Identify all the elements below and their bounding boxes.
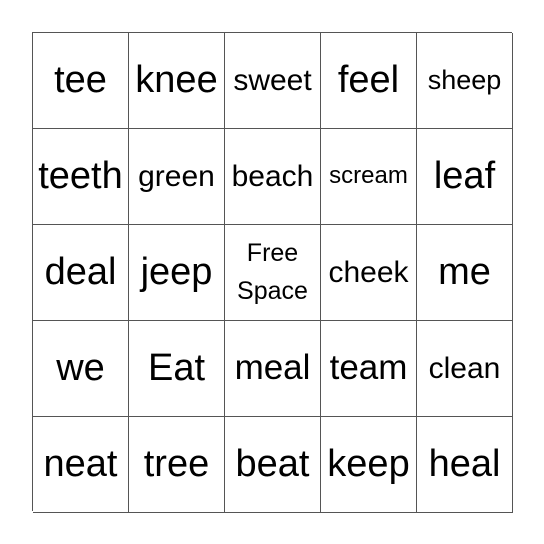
bingo-cell[interactable]: knee [129,33,225,129]
bingo-board: tee knee sweet feel sheep teeth green be… [32,32,513,513]
free-space-cell[interactable]: Free Space [225,225,321,321]
bingo-cell[interactable]: clean [417,321,513,417]
bingo-cell[interactable]: scream [321,129,417,225]
bingo-cell[interactable]: tree [129,417,225,513]
bingo-cell[interactable]: feel [321,33,417,129]
bingo-cell[interactable]: heal [417,417,513,513]
bingo-cell[interactable]: jeep [129,225,225,321]
bingo-cell[interactable]: sweet [225,33,321,129]
bingo-cell[interactable]: meal [225,321,321,417]
bingo-cell[interactable]: tee [33,33,129,129]
bingo-cell[interactable]: we [33,321,129,417]
bingo-cell[interactable]: teeth [33,129,129,225]
bingo-cell[interactable]: cheek [321,225,417,321]
bingo-cell[interactable]: beach [225,129,321,225]
bingo-cell[interactable]: team [321,321,417,417]
bingo-cell[interactable]: keep [321,417,417,513]
bingo-cell[interactable]: leaf [417,129,513,225]
bingo-cell[interactable]: green [129,129,225,225]
bingo-cell[interactable]: neat [33,417,129,513]
bingo-cell[interactable]: beat [225,417,321,513]
bingo-cell[interactable]: me [417,225,513,321]
bingo-cell[interactable]: Eat [129,321,225,417]
bingo-cell[interactable]: sheep [417,33,513,129]
bingo-cell[interactable]: deal [33,225,129,321]
